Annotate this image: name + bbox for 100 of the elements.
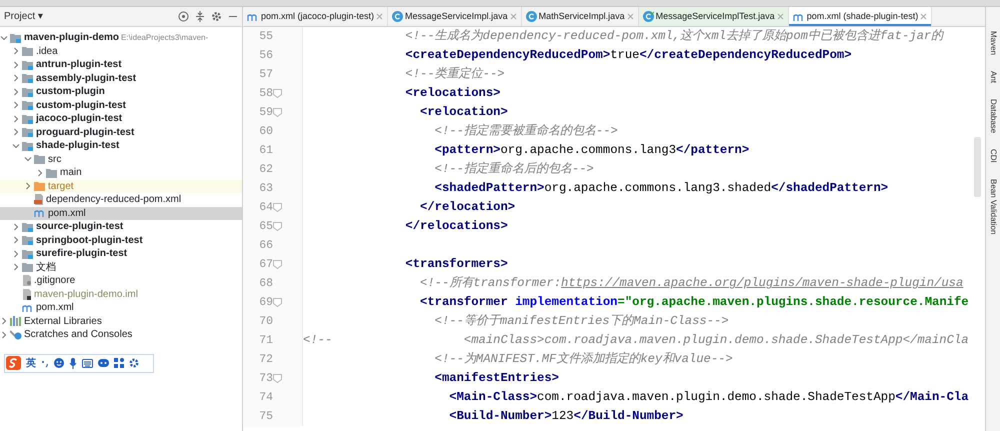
test-class-icon [642,11,654,22]
tree-item[interactable]: pom.xml [0,301,242,314]
folder-icon [34,154,46,164]
tree-item[interactable]: shade-plugin-test [0,139,242,152]
fold-marker-icon[interactable] [273,260,282,269]
editor-tab[interactable]: MathServiceImpl.java [522,7,639,26]
chevron-right-icon[interactable] [12,114,20,123]
tool-window-tab[interactable]: Bean Validation [987,179,999,235]
tree-item[interactable]: jacoco-plugin-test [0,112,242,126]
code-line: <!-- <mainClass>com.roadjava.maven.plugin.demo.shade.ShadeTestApp</mainCla [303,332,969,350]
tool-window-tab[interactable]: Ant [987,71,999,84]
tree-item[interactable]: springboot-plugin-test [0,234,242,247]
code-line: <createDependencyReducedPom>true</createDependencyReducedPom> [404,47,852,64]
tree-item[interactable]: maven-plugin-demo E:\ideaProjects3\maven- [0,31,242,44]
chevron-right-icon[interactable] [12,236,20,244]
input-mode-toggle[interactable]: 英 [26,356,36,370]
chevron-right-icon[interactable] [12,60,20,69]
chevron-right-icon[interactable] [12,101,20,110]
editor-tab[interactable]: pom.xml (jacoco-plugin-test) [243,7,388,26]
code-line: <!--所有transformer:https://maven.apache.org/plugins/maven-shade-plugin/usa [419,275,964,292]
tree-item[interactable]: Scratches and Consoles [0,328,242,342]
chevron-right-icon[interactable] [12,128,20,136]
line-number: 75 [258,408,273,425]
code-line: <!--指定重命名后的包名--> [434,160,594,178]
chevron-down-icon[interactable] [24,155,32,164]
tree-item[interactable]: assembly-plugin-test [0,72,242,85]
chevron-right-icon[interactable] [12,222,20,231]
line-number: 74 [258,390,273,406]
settings-icon[interactable] [211,11,222,22]
editor-tab[interactable]: MessageServiceImpl.java [388,7,522,26]
line-number: 58 [258,86,273,102]
code-line: <!--生成名为dependency-reduced-pom.xml,这个xml去掉了原始pom中已被包含进fat-jar的 [404,28,944,46]
tool-window-tab[interactable]: Maven [987,31,999,56]
code-line: <!--等价于manifestEntries下的Main-Class--> [434,313,729,330]
maven-file-icon [22,302,34,313]
grid-icon[interactable] [114,358,124,368]
chevron-right-icon[interactable] [36,168,44,177]
module-folder-icon [22,100,34,110]
fold-marker-icon[interactable] [273,298,282,307]
fold-marker-icon[interactable] [273,89,282,98]
code-line: <transformer implementation="org.apache.maven.plugins.shade.resource.Manife [419,294,969,312]
chevron-right-icon[interactable] [0,317,8,326]
collapse-icon[interactable] [195,11,205,22]
maven-file-icon [792,12,805,22]
scrollbar-thumb[interactable] [974,137,981,197]
gamepad-icon[interactable] [98,359,109,367]
chevron-right-icon[interactable] [12,250,20,258]
tree-item[interactable]: surefire-plugin-test [0,247,242,260]
code-line: <!--类重定位--> [404,66,505,84]
folder-icon [22,262,34,272]
fold-marker-icon[interactable] [273,203,282,212]
keyboard-icon[interactable] [82,358,93,368]
fold-marker-icon[interactable] [273,374,282,383]
tree-item[interactable]: main [0,166,242,180]
tool-window-tab[interactable]: CDI [987,149,999,164]
tree-item[interactable]: custom-plugin-test [0,98,242,112]
tree-item[interactable]: antrun-plugin-test [0,58,242,72]
tree-item[interactable]: .idea [0,44,242,58]
fold-marker-icon[interactable] [273,108,282,117]
locate-icon[interactable] [178,11,189,22]
settings-icon[interactable] [129,358,139,368]
tree-item[interactable]: pom.xml [0,206,242,220]
tool-window-tab[interactable]: Database [987,99,999,134]
tree-item[interactable]: target [0,180,242,193]
code-line: <pattern>org.apache.commons.lang3</pattern> [434,142,750,160]
tree-item[interactable]: dependency-reduced-pom.xml [0,193,242,206]
xml-file-icon [34,194,44,206]
tree-item[interactable]: External Libraries [0,314,242,328]
tree-item[interactable]: 文档 [0,260,242,274]
code-line: <relocations> [404,85,500,102]
chevron-right-icon[interactable] [24,182,32,190]
editor-tab[interactable]: pom.xml (shade-plugin-test) [788,7,932,26]
tree-item[interactable]: proguard-plugin-test [0,126,242,139]
chevron-right-icon[interactable] [12,47,20,56]
chevron-down-icon[interactable] [12,142,20,150]
tree-item[interactable]: maven-plugin-demo.iml [0,288,242,301]
chevron-right-icon[interactable] [12,88,20,96]
tree-item[interactable]: .gitignore [0,274,242,288]
module-folder-icon [22,73,34,84]
fold-marker-icon[interactable] [273,222,282,231]
chevron-right-icon[interactable] [0,330,8,339]
tree-item[interactable]: source-plugin-test [0,220,242,234]
chevron-down-icon[interactable] [0,34,8,42]
microphone-icon[interactable] [69,358,77,368]
panel-title[interactable]: Project ▾ [4,9,43,24]
punctuation-icon[interactable] [41,358,49,368]
editor-tab[interactable]: MessageServiceImplTest.java [638,7,789,26]
tree-item[interactable]: src [0,152,242,166]
code-line: </relocations> [404,218,508,236]
emoji-icon[interactable] [54,358,64,368]
chevron-right-icon[interactable] [12,263,20,272]
tree-item[interactable]: custom-plugin [0,85,242,98]
close-icon[interactable] [920,13,928,20]
line-number: 66 [258,238,273,254]
line-number: 73 [258,370,273,387]
link[interactable]: https://maven.apache.org/plugins/maven-shade-plugin/usa [561,276,964,290]
chevron-right-icon[interactable] [12,74,20,82]
logo-icon[interactable] [6,356,21,370]
libraries-icon [10,316,22,326]
line-number: 61 [258,142,273,159]
